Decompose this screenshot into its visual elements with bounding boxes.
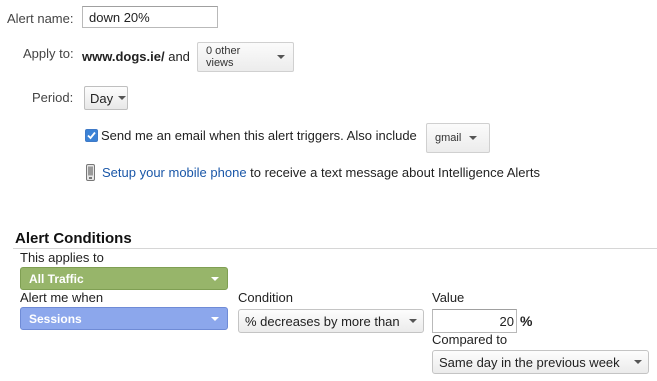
period-select[interactable]: Day — [84, 86, 128, 110]
mobile-setup-line: Setup your mobile phone to receive a tex… — [102, 165, 540, 180]
other-views-button[interactable]: 0 other views — [197, 42, 294, 72]
value-unit: % — [520, 313, 533, 329]
chevron-down-icon — [277, 55, 285, 59]
chevron-down-icon — [118, 96, 127, 100]
compared-to-select[interactable]: Same day in the previous week — [432, 350, 649, 374]
apply-to-and: and — [168, 49, 190, 64]
condition-label: Condition — [238, 290, 293, 305]
alert-name-label: Alert name: — [7, 11, 74, 26]
period-value: Day — [90, 90, 114, 106]
condition-select[interactable]: % decreases by more than — [238, 309, 424, 333]
period-label: Period: — [32, 90, 74, 105]
chevron-down-icon — [409, 319, 417, 323]
section-divider — [13, 248, 657, 249]
apply-to-text: www.dogs.ie/ and — [82, 49, 190, 64]
applies-to-label: This applies to — [20, 250, 104, 265]
alert-when-select[interactable]: Sessions — [20, 307, 228, 330]
chevron-down-icon — [634, 360, 642, 364]
compared-to-value: Same day in the previous week — [439, 354, 620, 370]
mobile-text: to receive a text message about Intellig… — [250, 165, 540, 180]
alert-when-value: Sessions — [29, 311, 82, 326]
apply-to-label: Apply to: — [23, 46, 74, 61]
alert-conditions-title: Alert Conditions — [15, 230, 132, 247]
mobile-phone-icon — [86, 164, 95, 181]
compared-to-label: Compared to — [432, 332, 508, 347]
applies-to-select[interactable]: All Traffic — [20, 267, 228, 290]
alert-when-label: Alert me when — [20, 290, 104, 305]
apply-to-site: www.dogs.ie/ — [82, 49, 165, 64]
include-select[interactable]: gmail — [426, 123, 490, 153]
condition-value: % decreases by more than — [245, 313, 400, 329]
chevron-down-icon — [211, 276, 219, 281]
chevron-down-icon — [211, 316, 219, 321]
alert-name-input[interactable] — [82, 6, 218, 28]
applies-to-value: All Traffic — [29, 271, 84, 286]
setup-mobile-link[interactable]: Setup your mobile phone — [102, 165, 247, 180]
email-checkbox[interactable] — [85, 129, 98, 142]
other-views-label: 0 other views — [206, 45, 241, 69]
chevron-down-icon — [469, 136, 478, 140]
email-text: Send me an email when this alert trigger… — [101, 128, 417, 143]
include-value: gmail — [435, 132, 462, 144]
checkmark-icon — [87, 131, 96, 140]
value-input[interactable] — [432, 309, 517, 333]
value-label: Value — [432, 290, 465, 305]
